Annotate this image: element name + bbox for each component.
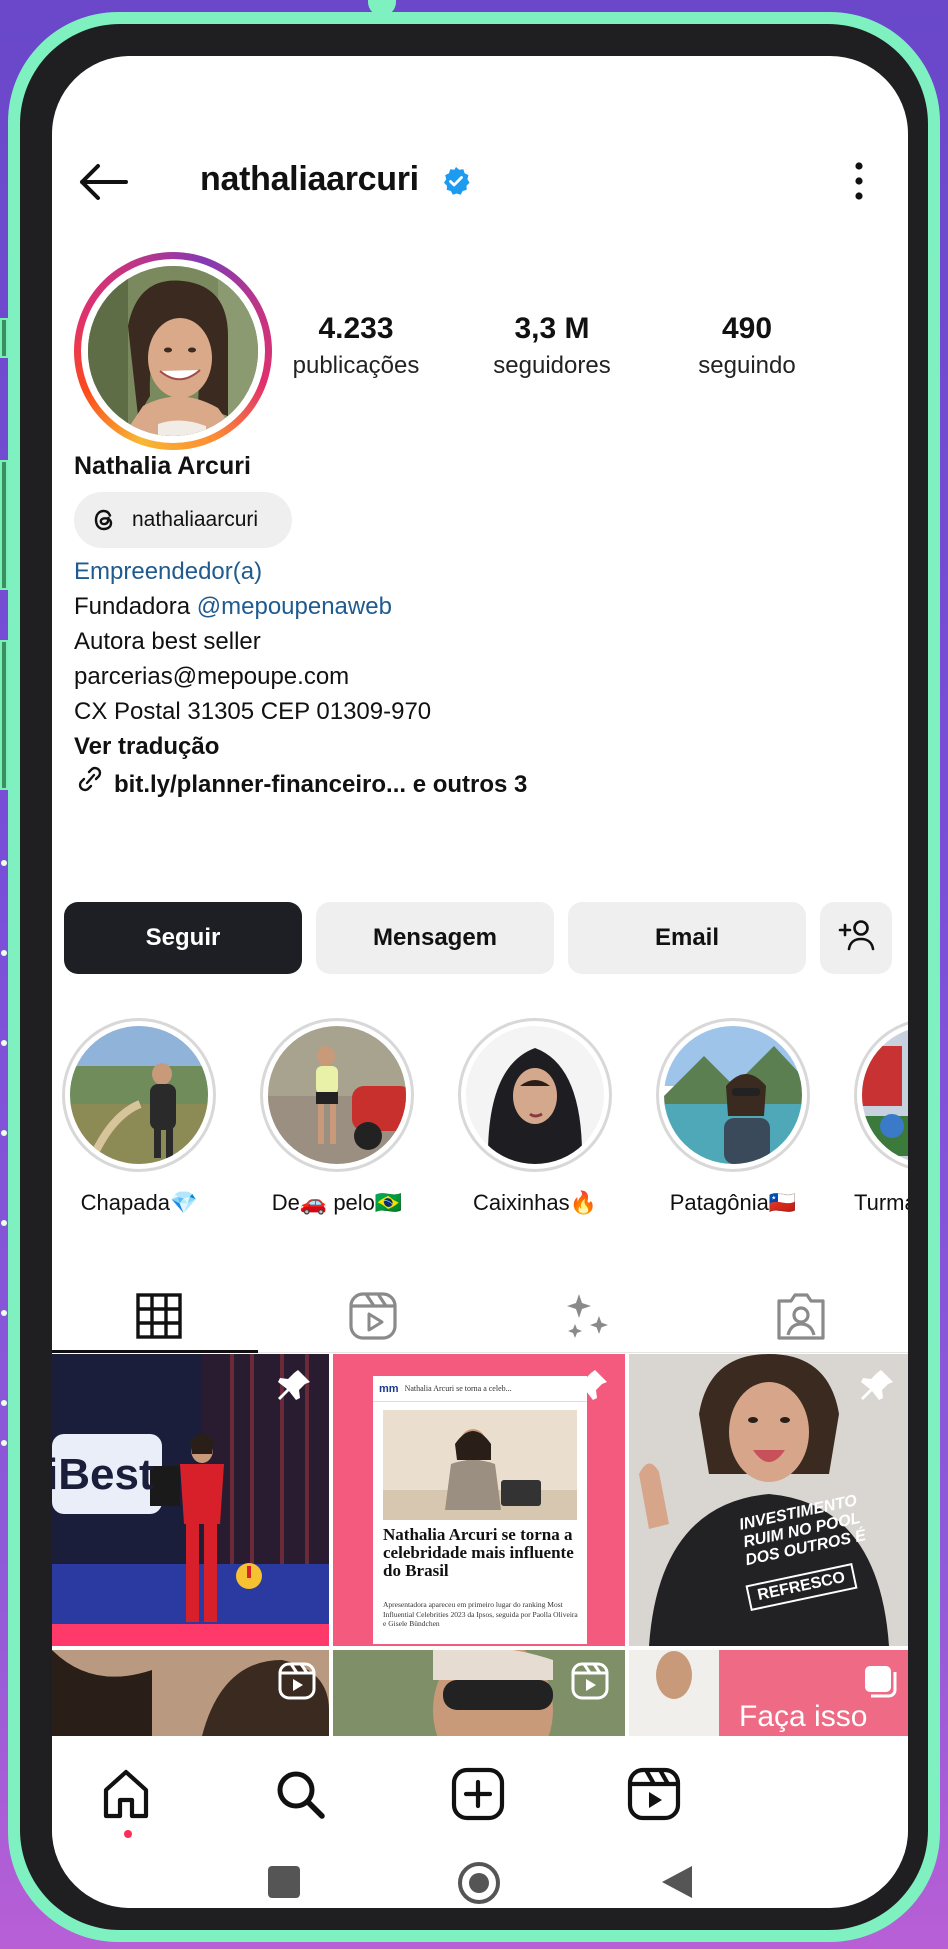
bio-line: Fundadora @mepoupenaweb: [74, 589, 527, 624]
stat-value: 490: [721, 312, 773, 345]
post-thumbnail-shirt[interactable]: INVESTIMENTO RUIM NO POOL DOS OUTROS É R…: [629, 1354, 908, 1646]
highlight-cover: [664, 1026, 802, 1164]
bio-text: Fundadora: [74, 593, 197, 620]
follow-button[interactable]: Seguir: [64, 902, 302, 974]
reel-icon: [278, 1662, 318, 1702]
create-icon[interactable]: [448, 1764, 508, 1824]
link-icon: [74, 764, 106, 804]
posts-grid: iBest mm Nathalia Arcuri se torna a cele…: [52, 1354, 908, 1736]
stat-value: 3,3 M: [514, 312, 590, 345]
avatar: [88, 266, 258, 436]
reel-icon: [571, 1662, 611, 1702]
tab-tagged[interactable]: [694, 1268, 908, 1368]
post-thumbnail-reel-1[interactable]: [52, 1650, 329, 1736]
stat-label: seguidores: [493, 352, 611, 379]
post-thumbnail-reel-2[interactable]: [333, 1650, 625, 1736]
back-arrow-icon[interactable]: [74, 160, 130, 204]
pinned-icon: [857, 1366, 897, 1406]
phone-screen: nathaliaarcuri 4.233 publicações 3,3 M s…: [52, 56, 908, 1908]
recent-apps-icon[interactable]: [268, 1866, 300, 1898]
threads-handle: nathaliaarcuri: [132, 508, 259, 531]
bio-email: parcerias@mepoupe.com: [74, 663, 350, 690]
active-tab-indicator: [52, 1350, 258, 1353]
profile-bio: Empreendedor(a) Fundadora @mepoupenaweb …: [74, 554, 527, 804]
threads-icon: [90, 506, 118, 534]
pinned-icon: [274, 1366, 314, 1406]
bio-line: Autora best seller: [74, 628, 261, 655]
article-photo: [383, 1410, 577, 1520]
stat-label: seguindo: [698, 352, 796, 379]
more-options-icon[interactable]: [844, 158, 874, 204]
system-navigation-bar: [52, 1856, 908, 1908]
suggested-users-button[interactable]: [820, 902, 892, 974]
article-body: Apresentadora apareceu em primeiro lugar…: [383, 1600, 578, 1628]
sparkles-icon: [561, 1290, 613, 1347]
profile-avatar[interactable]: [74, 252, 272, 450]
email-button[interactable]: Email: [568, 902, 806, 974]
highlight-cover: [466, 1026, 604, 1164]
reels-icon: [348, 1291, 398, 1346]
grid-icon: [136, 1292, 182, 1344]
tab-reels[interactable]: [266, 1268, 480, 1368]
bio-link-text: bit.ly/planner-financeiro... e outros 3: [114, 770, 528, 798]
profile-full-name: Nathalia Arcuri: [74, 452, 251, 480]
stat-value: 4.233: [318, 312, 394, 345]
highlight-cover: [268, 1026, 406, 1164]
highlight-label: Turma: [854, 1190, 908, 1215]
back-button-icon[interactable]: [660, 1864, 694, 1905]
stat-following[interactable]: 490 seguindo: [662, 312, 832, 380]
post-thumbnail-faca[interactable]: Faça isso: [629, 1650, 908, 1736]
see-translation-link[interactable]: Ver tradução: [74, 729, 527, 764]
home-icon[interactable]: [96, 1764, 156, 1824]
tab-posts-grid[interactable]: [52, 1268, 266, 1368]
add-person-icon: [836, 918, 876, 959]
tab-effects[interactable]: [480, 1268, 694, 1368]
article-nav-text: Nathalia Arcuri se torna a celeb...: [404, 1384, 512, 1393]
profile-content-tabs: [52, 1268, 908, 1368]
reels-icon[interactable]: [624, 1764, 684, 1824]
highlight-label: Chapada💎: [80, 1190, 198, 1215]
post-thumbnail-ibest[interactable]: iBest: [52, 1354, 329, 1646]
bottom-navigation: [52, 1736, 908, 1856]
pinned-icon: [571, 1366, 611, 1406]
stat-label: publicações: [292, 352, 420, 379]
highlight-label: Patagônia🇨🇱: [669, 1190, 797, 1215]
profile-username: nathaliaarcuri: [200, 160, 419, 198]
verified-badge-icon: [441, 166, 471, 196]
threads-link-chip[interactable]: nathaliaarcuri: [74, 492, 292, 548]
article-brand: mm: [379, 1382, 399, 1395]
highlight-cover: [70, 1026, 208, 1164]
stat-posts[interactable]: 4.233 publicações: [266, 312, 446, 380]
highlight-label: Caixinhas🔥: [473, 1190, 597, 1215]
post-thumbnail-article[interactable]: mm Nathalia Arcuri se torna a celeb... N…: [333, 1354, 625, 1646]
search-icon[interactable]: [270, 1764, 330, 1824]
highlight-cover: [862, 1026, 908, 1164]
article-nav-bar: mm Nathalia Arcuri se torna a celeb...: [373, 1376, 587, 1402]
bio-external-link[interactable]: bit.ly/planner-financeiro... e outros 3: [74, 764, 527, 804]
highlight-label: De🚗 pelo🇧🇷: [271, 1190, 403, 1215]
post-overlay-text: iBest: [52, 1450, 154, 1499]
notification-dot: [124, 1830, 132, 1838]
tagged-icon: [776, 1291, 826, 1346]
multiple-images-icon: [863, 1664, 903, 1704]
message-button[interactable]: Mensagem: [316, 902, 554, 974]
bio-line: CX Postal 31305 CEP 01309-970: [74, 698, 432, 725]
bio-mention-link[interactable]: @mepoupenaweb: [197, 593, 392, 620]
home-button-icon[interactable]: [458, 1862, 500, 1904]
profile-category[interactable]: Empreendedor(a): [74, 554, 527, 589]
article-card: mm Nathalia Arcuri se torna a celeb... N…: [373, 1376, 587, 1644]
post-overlay-text: Faça isso: [739, 1700, 868, 1733]
stat-followers[interactable]: 3,3 M seguidores: [462, 312, 642, 380]
profile-header: nathaliaarcuri: [52, 152, 908, 212]
article-headline: Nathalia Arcuri se torna a celebridade m…: [383, 1525, 574, 1580]
